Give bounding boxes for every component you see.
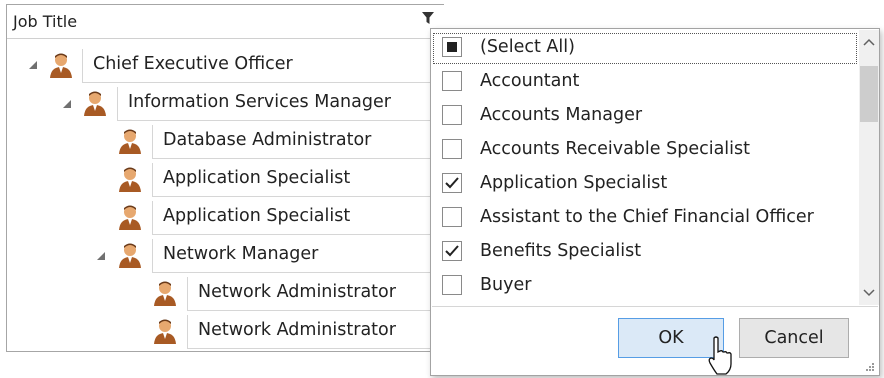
checkbox-unchecked[interactable]	[442, 139, 462, 159]
filter-item-label: Benefits Specialist	[480, 241, 642, 261]
tree-row-label: Chief Executive Officer	[93, 54, 293, 74]
scroll-down-arrow-icon[interactable]	[859, 279, 879, 305]
filter-item-accounts-manager[interactable]: Accounts Manager	[432, 100, 858, 133]
tree-row-network-manager[interactable]: Network Manager	[152, 239, 445, 273]
checkbox-checked[interactable]	[442, 173, 462, 193]
tree-row-label: Database Administrator	[163, 130, 372, 150]
column-header-job-title[interactable]: Job Title	[7, 5, 444, 39]
filter-item-buyer[interactable]: Buyer	[432, 270, 858, 303]
tree-row-database-administrator[interactable]: Database Administrator	[152, 125, 445, 159]
person-icon	[84, 91, 106, 116]
tree-row-application-specialist[interactable]: Application Specialist	[152, 201, 445, 235]
tree-row-network-administrator[interactable]: Network Administrator	[187, 277, 445, 311]
checkbox-unchecked[interactable]	[442, 105, 462, 125]
person-icon	[154, 281, 176, 306]
scrollbar-thumb[interactable]	[860, 66, 878, 122]
tree-row-label: Application Specialist	[163, 168, 351, 188]
filter-item-label: Assistant to the Chief Financial Officer	[480, 207, 814, 227]
filter-item-label: Buyer	[480, 275, 532, 295]
filter-item-select-all[interactable]: (Select All)	[432, 32, 858, 65]
tree-row-label: Information Services Manager	[128, 92, 391, 112]
cancel-button[interactable]: Cancel	[739, 318, 849, 358]
tree-row-label: Network Administrator	[198, 320, 396, 340]
tree-row-label: Network Administrator	[198, 282, 396, 302]
tree-row-label: Application Specialist	[163, 206, 351, 226]
filter-item-assistant-to-the-cfo[interactable]: Assistant to the Chief Financial Officer	[432, 202, 858, 235]
vertical-scrollbar[interactable]	[859, 30, 879, 305]
expand-arrow-icon[interactable]	[27, 59, 39, 71]
filter-item-label: Application Specialist	[480, 173, 668, 193]
checkbox-unchecked[interactable]	[442, 71, 462, 91]
checkbox-unchecked[interactable]	[442, 275, 462, 295]
filter-item-application-specialist[interactable]: Application Specialist	[432, 168, 858, 201]
popup-footer: OK Cancel	[432, 306, 878, 375]
filter-item-accountant[interactable]: Accountant	[432, 66, 858, 99]
expand-arrow-icon[interactable]	[95, 250, 107, 262]
tree-row-label: Network Manager	[163, 244, 319, 264]
tree-row-network-administrator[interactable]: Network Administrator	[187, 315, 445, 349]
filter-item-benefits-specialist[interactable]: Benefits Specialist	[432, 236, 858, 269]
tree-list: Job Title Chief Executive Officer Inform…	[6, 4, 445, 352]
filter-item-label: (Select All)	[480, 37, 575, 57]
expand-arrow-icon[interactable]	[61, 98, 73, 110]
filter-popup: (Select All) Accountant Accounts Manager…	[430, 28, 880, 376]
scroll-up-arrow-icon[interactable]	[859, 30, 879, 56]
tree-row-information-services-manager[interactable]: Information Services Manager	[117, 87, 445, 121]
checkmark-icon	[445, 245, 459, 257]
person-icon	[119, 243, 141, 268]
hand-cursor-icon	[708, 336, 732, 375]
checkbox-checked[interactable]	[442, 241, 462, 261]
person-icon	[50, 53, 72, 78]
tree-row-application-specialist[interactable]: Application Specialist	[152, 163, 445, 197]
filter-item-label: Accounts Receivable Specialist	[480, 139, 751, 159]
filter-value-list: (Select All) Accountant Accounts Manager…	[432, 30, 858, 305]
filter-item-accounts-receivable-specialist[interactable]: Accounts Receivable Specialist	[432, 134, 858, 167]
filter-item-label: Accounts Manager	[480, 105, 643, 125]
person-icon	[119, 205, 141, 230]
checkmark-icon	[445, 177, 459, 189]
column-header-label: Job Title	[13, 12, 78, 31]
checkbox-indeterminate[interactable]	[442, 37, 462, 57]
person-icon	[119, 129, 141, 154]
filter-icon[interactable]	[421, 10, 435, 28]
tree-row-chief-executive-officer[interactable]: Chief Executive Officer	[82, 49, 445, 83]
filter-item-label: Accountant	[480, 71, 580, 91]
resize-grip-icon[interactable]	[865, 362, 875, 372]
checkbox-unchecked[interactable]	[442, 207, 462, 227]
person-icon	[119, 167, 141, 192]
person-icon	[154, 319, 176, 344]
